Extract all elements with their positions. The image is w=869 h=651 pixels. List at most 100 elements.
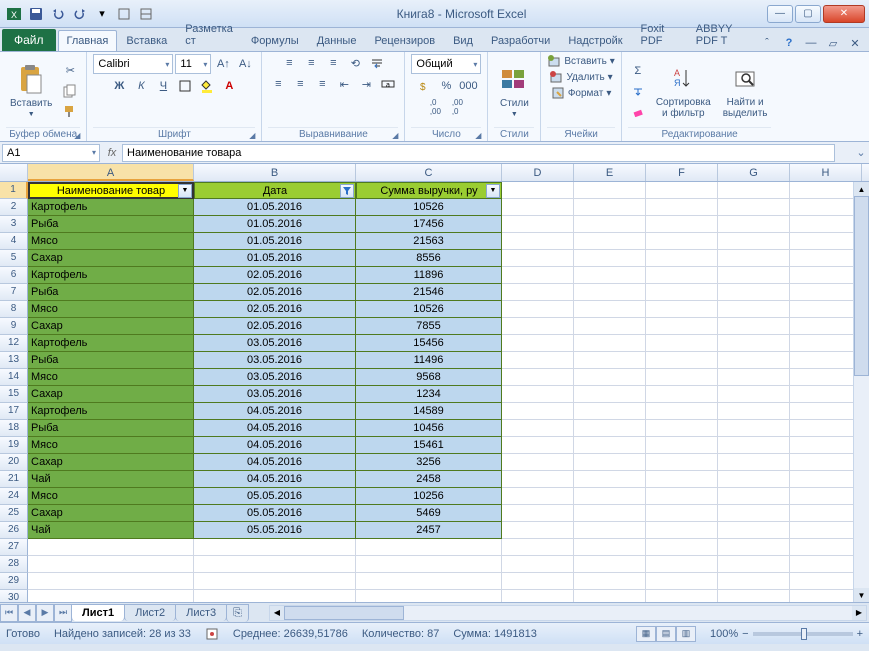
col-D[interactable]: D: [502, 164, 574, 181]
find-select-button[interactable]: Найти и выделить: [719, 61, 772, 121]
sheet-tab-3[interactable]: Лист3: [175, 604, 227, 621]
italic-button[interactable]: К: [131, 77, 151, 95]
row-header[interactable]: 30: [0, 590, 28, 602]
align-right-icon[interactable]: ≡: [312, 75, 332, 93]
cell[interactable]: [646, 539, 718, 556]
hscroll-left-icon[interactable]: ◀: [270, 606, 284, 620]
cell[interactable]: [194, 573, 356, 590]
cell[interactable]: [646, 182, 718, 199]
row-header[interactable]: 3: [0, 216, 28, 233]
cell[interactable]: [790, 539, 862, 556]
cell[interactable]: [718, 488, 790, 505]
cell[interactable]: 5469: [356, 505, 502, 522]
col-E[interactable]: E: [574, 164, 646, 181]
row-header[interactable]: 27: [0, 539, 28, 556]
tab-abbyy[interactable]: ABBYY PDF T: [687, 18, 759, 51]
cell[interactable]: [574, 505, 646, 522]
cell[interactable]: 03.05.2016: [194, 386, 356, 403]
cell[interactable]: 03.05.2016: [194, 369, 356, 386]
cell[interactable]: [502, 539, 574, 556]
row-header[interactable]: 17: [0, 403, 28, 420]
tab-addins[interactable]: Надстройк: [559, 30, 631, 51]
cell[interactable]: [718, 573, 790, 590]
tab-insert[interactable]: Вставка: [117, 30, 176, 51]
cell[interactable]: 9568: [356, 369, 502, 386]
autosum-icon[interactable]: Σ: [628, 62, 648, 80]
tab-layout[interactable]: Разметка ст: [176, 18, 242, 51]
hscroll-right-icon[interactable]: ▶: [852, 606, 866, 620]
select-all-corner[interactable]: [0, 164, 28, 181]
cell[interactable]: [646, 301, 718, 318]
save-icon[interactable]: [26, 4, 46, 24]
cell[interactable]: [356, 590, 502, 602]
cell[interactable]: [574, 182, 646, 199]
fx-icon[interactable]: fx: [102, 147, 122, 159]
cell[interactable]: [646, 335, 718, 352]
font-size-combo[interactable]: 11: [175, 54, 211, 74]
view-layout-icon[interactable]: ▤: [656, 626, 676, 642]
cells-format-icon[interactable]: Формат ▾: [551, 86, 612, 100]
cell[interactable]: [718, 420, 790, 437]
cell[interactable]: [646, 267, 718, 284]
zoom-slider[interactable]: [753, 632, 853, 636]
sort-filter-button[interactable]: АЯ Сортировка и фильтр: [652, 61, 715, 121]
cell[interactable]: 1234: [356, 386, 502, 403]
cell[interactable]: [790, 403, 862, 420]
cell[interactable]: [790, 386, 862, 403]
cell[interactable]: [574, 250, 646, 267]
scroll-down-icon[interactable]: ▼: [854, 588, 869, 602]
orientation-icon[interactable]: ⟲: [345, 54, 365, 72]
align-left-icon[interactable]: ≡: [268, 75, 288, 93]
macro-rec-icon[interactable]: [205, 627, 219, 641]
cell[interactable]: [646, 522, 718, 539]
row-header[interactable]: 9: [0, 318, 28, 335]
sheet-prev-icon[interactable]: ◀: [18, 604, 36, 622]
cell[interactable]: [574, 573, 646, 590]
cell[interactable]: 05.05.2016: [194, 488, 356, 505]
cell[interactable]: [502, 420, 574, 437]
cell[interactable]: Мясо: [28, 301, 194, 318]
tab-review[interactable]: Рецензиров: [365, 30, 444, 51]
cell[interactable]: [574, 335, 646, 352]
cell[interactable]: 10526: [356, 199, 502, 216]
font-launcher-icon[interactable]: ◢: [249, 131, 255, 140]
cell[interactable]: [574, 267, 646, 284]
doc-close-icon[interactable]: ✕: [847, 35, 863, 51]
currency-icon[interactable]: $: [414, 77, 434, 95]
help-icon[interactable]: ?: [781, 35, 797, 51]
cell[interactable]: [356, 539, 502, 556]
cell[interactable]: [790, 437, 862, 454]
tab-formulas[interactable]: Формулы: [242, 30, 308, 51]
hscroll-thumb[interactable]: [284, 606, 404, 620]
format-painter-icon[interactable]: [60, 102, 80, 120]
cell[interactable]: [502, 573, 574, 590]
formula-input[interactable]: Наименование товара: [122, 144, 835, 162]
qat-custom2-icon[interactable]: [136, 4, 156, 24]
paste-button[interactable]: Вставить ▼: [6, 62, 56, 120]
indent-dec-icon[interactable]: ⇤: [334, 75, 354, 93]
cell[interactable]: [718, 505, 790, 522]
cell[interactable]: 7855: [356, 318, 502, 335]
cell[interactable]: [574, 386, 646, 403]
cell[interactable]: 04.05.2016: [194, 454, 356, 471]
cell[interactable]: [718, 335, 790, 352]
cell[interactable]: [574, 420, 646, 437]
cell[interactable]: [718, 556, 790, 573]
cell[interactable]: 8556: [356, 250, 502, 267]
sheet-new-icon[interactable]: ⎘: [226, 604, 249, 622]
cell[interactable]: [790, 199, 862, 216]
cell[interactable]: Рыба: [28, 420, 194, 437]
doc-restore-icon[interactable]: ▱: [825, 35, 841, 51]
cell[interactable]: [574, 369, 646, 386]
cell[interactable]: [502, 386, 574, 403]
cell[interactable]: [502, 403, 574, 420]
scroll-thumb[interactable]: [854, 196, 869, 376]
cell[interactable]: [790, 284, 862, 301]
cell[interactable]: [646, 386, 718, 403]
cell[interactable]: 2457: [356, 522, 502, 539]
cell[interactable]: [574, 233, 646, 250]
cell[interactable]: [790, 369, 862, 386]
font-color-icon[interactable]: A: [219, 77, 239, 95]
cell[interactable]: [646, 420, 718, 437]
cell[interactable]: [718, 267, 790, 284]
